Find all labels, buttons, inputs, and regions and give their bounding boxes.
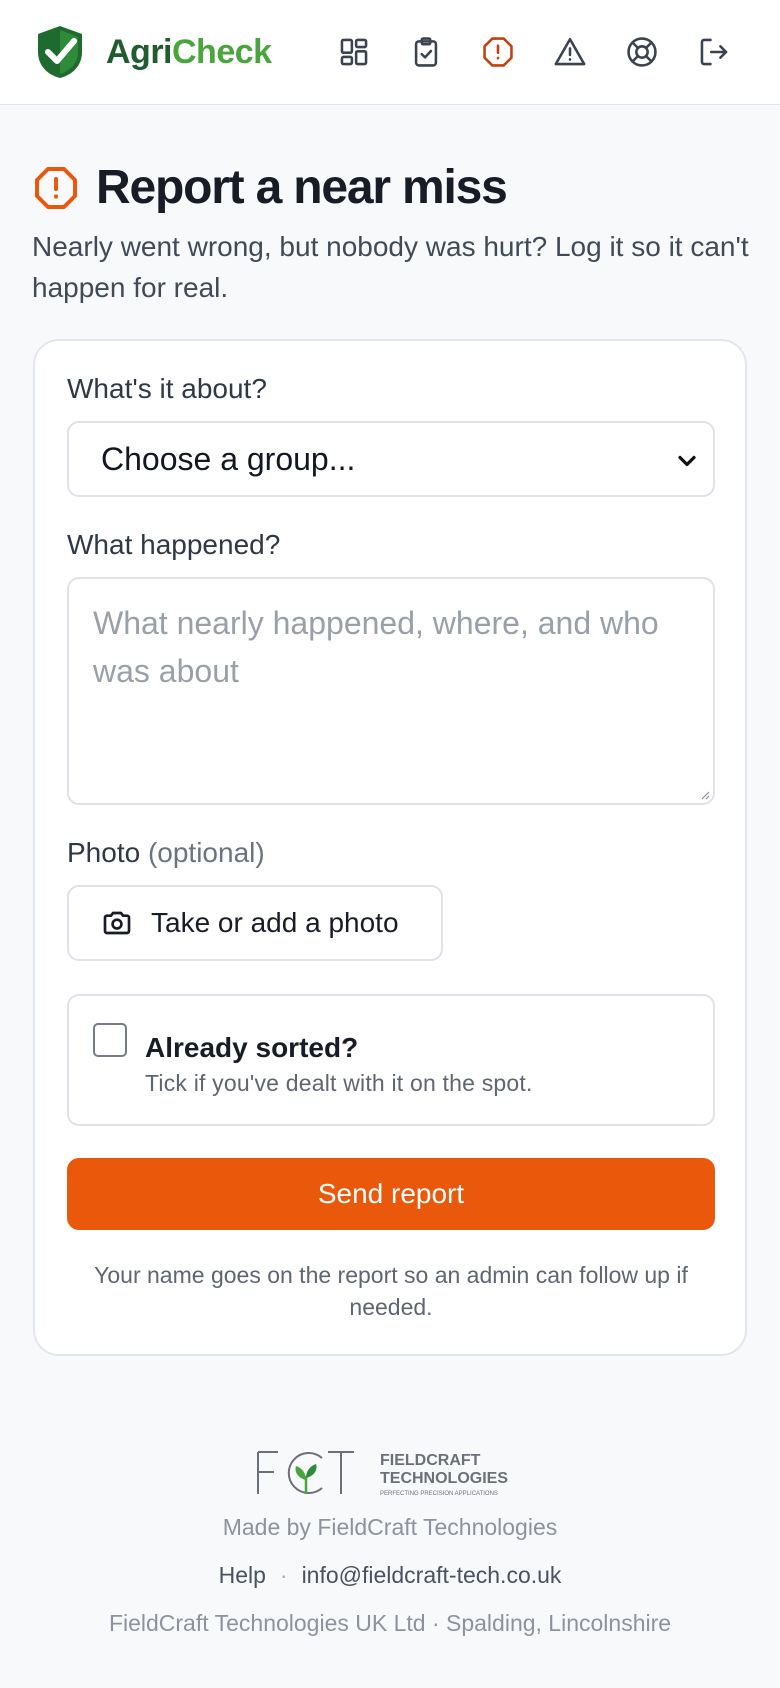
add-photo-label: Take or add a photo <box>151 907 399 938</box>
email-link[interactable]: info@fieldcraft-tech.co.uk <box>302 1562 562 1588</box>
group-label: What's it about? <box>67 373 267 404</box>
photo-label-hint: (optional) <box>147 837 265 868</box>
shield-check-icon <box>38 26 82 78</box>
near-miss-form-card: What's it about? Choose a group... What … <box>33 339 747 1356</box>
group-select[interactable]: Choose a group... <box>67 421 715 497</box>
happened-textarea[interactable]: What nearly happened, where, and who was… <box>67 577 715 805</box>
fct-logo-mark: FIELDCRAFT TECHNOLOGIES PERFECTING PRECI… <box>257 1451 508 1497</box>
happened-label: What happened? <box>67 529 281 560</box>
photo-label: Photo (optional) <box>67 837 265 869</box>
alert-octagon-icon <box>35 166 77 209</box>
page-subtitle: Nearly went wrong, but nobody was hurt? … <box>32 231 749 303</box>
fieldcraft-logo: FIELDCRAFT TECHNOLOGIES PERFECTING PRECI… <box>256 1448 524 1498</box>
already-sorted-checkbox[interactable] <box>93 1023 127 1057</box>
already-sorted-description: Tick if you've dealt with it on the spot… <box>145 1070 533 1096</box>
nav-help[interactable] <box>622 32 662 72</box>
page-heading: Report a near miss <box>32 160 508 215</box>
camera-icon <box>103 911 131 935</box>
form-footnote: Your name goes on the report so an admin… <box>94 1262 688 1320</box>
main-nav <box>334 32 766 72</box>
logout-icon <box>700 38 728 66</box>
footer-links: Help · info@fieldcraft-tech.co.uk <box>0 1562 780 1589</box>
company-info: FieldCraft Technologies UK Ltd · Spaldin… <box>108 1610 672 1636</box>
logo-tagline: PERFECTING PRECISION APPLICATIONS <box>380 1491 498 1497</box>
page-title: Report a near miss <box>96 161 508 214</box>
warning-triangle-icon <box>554 37 586 66</box>
clipboard-check-icon <box>414 37 438 67</box>
nav-dashboard[interactable] <box>334 32 374 72</box>
happened-placeholder: What nearly happened, where, and who was… <box>93 605 659 689</box>
link-separator: · <box>279 1562 288 1588</box>
group-select-value: Choose a group... <box>101 440 356 477</box>
nav-logout[interactable] <box>694 32 734 72</box>
made-by-text: Made by FieldCraft Technologies <box>222 1514 558 1540</box>
logo-line1: FIELDCRAFT <box>380 1452 481 1469</box>
photo-label-text: Photo <box>67 837 141 868</box>
brand-name-part2: Check <box>172 32 272 71</box>
help-link[interactable]: Help <box>219 1562 266 1588</box>
nav-checklists[interactable] <box>406 32 446 72</box>
nav-hazards[interactable] <box>550 32 590 72</box>
alert-octagon-icon <box>483 37 513 67</box>
already-sorted-option[interactable]: Already sorted? Tick if you've dealt wit… <box>67 994 715 1126</box>
brand-name: AgriCheck <box>106 33 272 72</box>
brand-logo[interactable]: AgriCheck <box>34 24 272 80</box>
already-sorted-title: Already sorted? <box>145 1032 359 1063</box>
nav-near-miss[interactable] <box>478 32 518 72</box>
dashboard-icon <box>340 38 368 66</box>
add-photo-button[interactable]: Take or add a photo <box>67 885 443 961</box>
brand-name-part1: Agri <box>106 32 173 71</box>
send-report-button[interactable]: Send report <box>67 1158 715 1230</box>
lifebuoy-icon <box>627 37 657 67</box>
chevron-down-icon <box>678 455 696 467</box>
logo-line2: TECHNOLOGIES <box>380 1470 508 1487</box>
top-navigation-bar: AgriCheck <box>0 0 780 105</box>
resize-handle-icon[interactable] <box>700 790 710 800</box>
